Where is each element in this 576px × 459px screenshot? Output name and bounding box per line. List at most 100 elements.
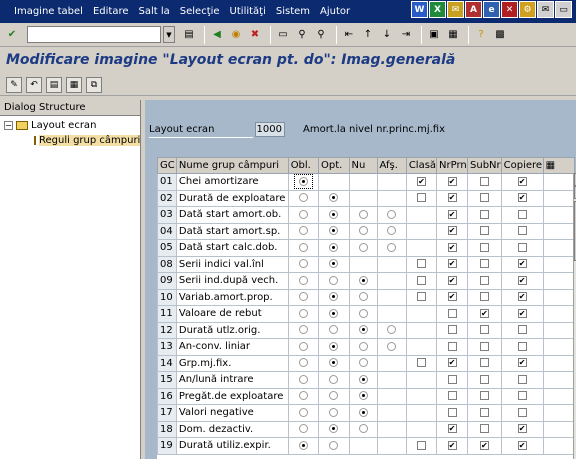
subnr-checkbox[interactable] — [479, 292, 489, 302]
command-field[interactable] — [27, 26, 161, 43]
table-row[interactable]: 15 An/lună intrare — [157, 371, 576, 389]
subnr-checkbox[interactable] — [479, 358, 489, 368]
nrprn-checkbox[interactable]: ✔ — [447, 209, 457, 219]
nu-radio[interactable] — [358, 325, 368, 335]
obl-radio[interactable] — [298, 176, 308, 186]
opt-radio[interactable] — [329, 209, 339, 219]
subnr-checkbox[interactable] — [479, 176, 489, 186]
copiere-checkbox[interactable] — [517, 374, 527, 384]
shortcut-icon[interactable]: ▦ — [445, 27, 461, 43]
table-row[interactable]: 08 Serii indici val.înl ✔ ✔ — [157, 255, 576, 273]
nu-radio[interactable] — [358, 275, 368, 285]
column-header-nu[interactable]: Nu — [348, 157, 378, 174]
opt-radio[interactable] — [329, 292, 339, 302]
opt-radio[interactable] — [329, 374, 339, 384]
clasa-checkbox[interactable]: ✔ — [416, 176, 426, 186]
back-icon[interactable]: ◀ — [209, 27, 225, 43]
opt-radio[interactable] — [329, 407, 339, 417]
nu-radio[interactable] — [358, 308, 368, 318]
obl-radio[interactable] — [298, 341, 308, 351]
subnr-checkbox[interactable] — [479, 325, 489, 335]
layout-icon[interactable]: ▩ — [492, 27, 508, 43]
tree-item-reguli-grup-campuri[interactable]: Reguli grup câmpuri — [0, 133, 141, 148]
nrprn-checkbox[interactable]: ✔ — [447, 424, 457, 434]
menu-ajutor[interactable]: Ajutor — [320, 6, 350, 17]
first-page-icon[interactable]: ⇤ — [341, 27, 357, 43]
opt-radio[interactable] — [329, 391, 339, 401]
nrprn-checkbox[interactable] — [447, 391, 457, 401]
obl-radio[interactable] — [298, 259, 308, 269]
obl-radio[interactable] — [298, 325, 308, 335]
excel-icon[interactable]: X — [429, 1, 446, 18]
afs-radio[interactable] — [387, 226, 397, 236]
copiere-checkbox[interactable]: ✔ — [517, 440, 527, 450]
table-row[interactable]: 16 Pregăt.de exploatare — [157, 387, 576, 405]
column-header-copiere[interactable]: Copiere — [500, 157, 544, 174]
copiere-checkbox[interactable] — [517, 209, 527, 219]
opt-radio[interactable] — [329, 308, 339, 318]
table-row[interactable]: 09 Serii ind.după vech. ✔ ✔ — [157, 272, 576, 290]
table-row[interactable]: 17 Valori negative — [157, 404, 576, 422]
new-session-icon[interactable]: ▣ — [426, 27, 442, 43]
obl-radio[interactable] — [298, 193, 308, 203]
copiere-checkbox[interactable]: ✔ — [517, 176, 527, 186]
copy-icon[interactable]: ⧉ — [86, 76, 102, 93]
copiere-checkbox[interactable] — [517, 341, 527, 351]
copiere-checkbox[interactable] — [517, 242, 527, 252]
subnr-checkbox[interactable] — [479, 391, 489, 401]
nu-radio[interactable] — [358, 209, 368, 219]
table-row[interactable]: 11 Valoare de rebut ✔ ✔ — [157, 305, 576, 323]
subnr-checkbox[interactable]: ✔ — [479, 440, 489, 450]
nrprn-checkbox[interactable] — [447, 407, 457, 417]
nrprn-checkbox[interactable]: ✔ — [447, 440, 457, 450]
obl-radio[interactable] — [298, 292, 308, 302]
menu-editare[interactable]: Editare — [93, 6, 129, 17]
close-icon[interactable]: ✕ — [501, 1, 518, 18]
clasa-checkbox[interactable] — [416, 358, 426, 368]
nrprn-checkbox[interactable]: ✔ — [447, 226, 457, 236]
opt-radio[interactable] — [329, 358, 339, 368]
column-header-gc[interactable]: GC — [157, 157, 177, 174]
obl-radio[interactable] — [298, 308, 308, 318]
copiere-checkbox[interactable]: ✔ — [517, 193, 527, 203]
nrprn-checkbox[interactable] — [447, 341, 457, 351]
table-row[interactable]: 18 Dom. dezactiv. ✔ ✔ — [157, 420, 576, 438]
collapse-icon[interactable]: − — [4, 121, 13, 130]
enter-icon[interactable]: ✔ — [4, 27, 20, 43]
select-all-icon[interactable]: ▤ — [46, 76, 62, 93]
copiere-checkbox[interactable]: ✔ — [517, 308, 527, 318]
table-row[interactable]: 01 Chei amortizare ✔ ✔ ✔ — [157, 173, 576, 191]
column-header-opt[interactable]: Opt. — [318, 157, 350, 174]
word-icon[interactable]: W — [411, 1, 428, 18]
nu-radio[interactable] — [358, 374, 368, 384]
column-settings-icon[interactable]: ▦ — [542, 157, 576, 174]
clasa-checkbox[interactable] — [416, 275, 426, 285]
nu-radio[interactable] — [358, 242, 368, 252]
opt-radio[interactable] — [329, 242, 339, 252]
opt-radio[interactable] — [329, 424, 339, 434]
obl-radio[interactable] — [298, 242, 308, 252]
mail-icon[interactable]: ✉ — [447, 1, 464, 18]
copiere-checkbox[interactable] — [517, 407, 527, 417]
copiere-checkbox[interactable]: ✔ — [517, 292, 527, 302]
column-header-afs[interactable]: Afş. — [376, 157, 407, 174]
chevron-down-icon[interactable]: ▼ — [163, 26, 175, 43]
nu-radio[interactable] — [358, 226, 368, 236]
subnr-checkbox[interactable] — [479, 226, 489, 236]
envelope-icon[interactable]: ✉ — [537, 1, 554, 18]
clasa-checkbox[interactable] — [416, 193, 426, 203]
subnr-checkbox[interactable] — [479, 424, 489, 434]
clasa-checkbox[interactable] — [416, 259, 426, 269]
column-header-name[interactable]: Nume grup câmpuri — [175, 157, 289, 174]
nrprn-checkbox[interactable]: ✔ — [447, 176, 457, 186]
subnr-checkbox[interactable] — [479, 259, 489, 269]
nrprn-checkbox[interactable] — [447, 325, 457, 335]
tree-item-layout-ecran[interactable]: − Layout ecran — [0, 118, 140, 133]
column-header-clasa[interactable]: Clasă — [405, 157, 438, 174]
nrprn-checkbox[interactable]: ✔ — [447, 193, 457, 203]
copiere-checkbox[interactable]: ✔ — [517, 259, 527, 269]
table-row[interactable]: 10 Variab.amort.prop. ✔ ✔ — [157, 288, 576, 306]
copiere-checkbox[interactable]: ✔ — [517, 275, 527, 285]
afs-radio[interactable] — [387, 209, 397, 219]
subnr-checkbox[interactable] — [479, 407, 489, 417]
